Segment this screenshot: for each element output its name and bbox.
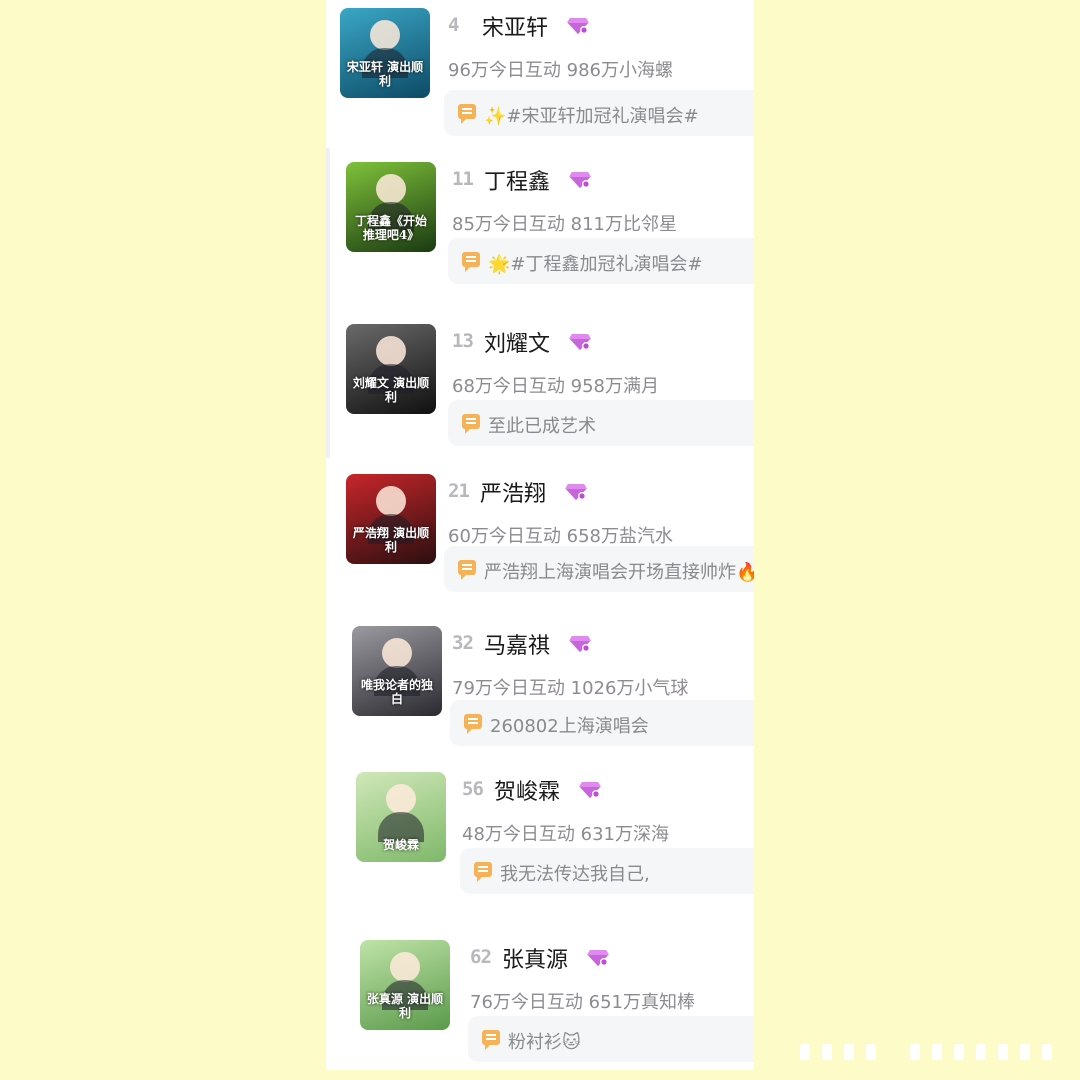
comment-icon xyxy=(464,714,482,734)
diamond-icon xyxy=(568,334,592,352)
comment-bubble[interactable]: 🌟#丁程鑫加冠礼演唱会# xyxy=(448,238,754,284)
comment-icon xyxy=(474,862,492,882)
portrait-head xyxy=(386,784,416,814)
cover-caption: 严浩翔 演出顺利 xyxy=(352,526,430,554)
rank-number: 56 xyxy=(462,778,484,800)
rank-number: 13 xyxy=(452,330,474,352)
comment-bubble[interactable]: 我无法传达我自己, xyxy=(460,848,754,894)
cover-caption: 唯我论者的独白 xyxy=(360,678,433,706)
ranking-card[interactable]: 宋亚轩 演出顺利 4 宋亚轩 96万今日互动 986万小海螺 ✨#宋亚轩加冠礼演唱会# xyxy=(326,6,754,156)
interaction-stats: 60万今日互动 658万盐汽水 xyxy=(448,526,673,547)
comment-bubble[interactable]: 260802上海演唱会 xyxy=(450,700,754,746)
interaction-stats: 79万今日互动 1026万小气球 xyxy=(452,678,689,699)
star-name[interactable]: 丁程鑫 xyxy=(484,164,550,196)
comment-text: 至此已成艺术 xyxy=(488,416,596,437)
interaction-stats: 68万今日互动 958万满月 xyxy=(452,376,659,397)
diamond-icon xyxy=(578,782,602,800)
comment-icon xyxy=(458,104,476,124)
star-name[interactable]: 宋亚轩 xyxy=(482,10,548,42)
interaction-stats: 96万今日互动 986万小海螺 xyxy=(448,60,673,81)
star-name[interactable]: 张真源 xyxy=(502,942,568,974)
star-name[interactable]: 刘耀文 xyxy=(484,326,550,358)
rank-number: 11 xyxy=(452,168,474,190)
cover-caption: 刘耀文 演出顺利 xyxy=(352,376,430,404)
comment-text: 260802上海演唱会 xyxy=(490,716,649,737)
portrait-head xyxy=(376,174,406,204)
comment-text: 我无法传达我自己, xyxy=(500,864,650,885)
cover-caption: 宋亚轩 演出顺利 xyxy=(346,60,424,88)
comment-bubble[interactable]: ✨#宋亚轩加冠礼演唱会# xyxy=(444,90,754,136)
diamond-icon xyxy=(568,636,592,654)
diamond-icon xyxy=(564,484,588,502)
rank-number: 32 xyxy=(452,632,474,654)
comment-icon xyxy=(462,252,480,272)
interaction-stats: 76万今日互动 651万真知棒 xyxy=(470,992,695,1013)
ranking-card[interactable]: 唯我论者的独白 32 马嘉祺 79万今日互动 1026万小气球 260802上海演唱会 xyxy=(326,624,754,774)
portrait-head xyxy=(382,638,412,668)
comment-bubble[interactable]: 粉衬衫🐱 xyxy=(468,1016,754,1062)
rank-number: 21 xyxy=(448,480,470,502)
cover-image[interactable]: 严浩翔 演出顺利 xyxy=(346,474,436,564)
portrait-head xyxy=(376,486,406,516)
interaction-stats: 48万今日互动 631万深海 xyxy=(462,824,669,845)
comment-text: 粉衬衫🐱 xyxy=(508,1032,581,1053)
comment-bubble[interactable]: 至此已成艺术 xyxy=(448,400,754,446)
portrait-head xyxy=(370,20,400,50)
star-name[interactable]: 马嘉祺 xyxy=(484,628,550,660)
cover-image[interactable]: 丁程鑫《开始推理吧4》 xyxy=(346,162,436,252)
ranking-card[interactable]: 贺峻霖 56 贺峻霖 48万今日互动 631万深海我无法传达我自己, xyxy=(326,770,754,920)
diamond-icon xyxy=(566,18,590,36)
rank-number: 62 xyxy=(470,946,492,968)
interaction-stats: 85万今日互动 811万比邻星 xyxy=(452,214,677,235)
cover-image[interactable]: 张真源 演出顺利 xyxy=(360,940,450,1030)
cover-image[interactable]: 唯我论者的独白 xyxy=(352,626,442,716)
ranking-card[interactable]: 丁程鑫《开始推理吧4》 11 丁程鑫 85万今日互动 811万比邻星 🌟#丁程鑫加冠礼演… xyxy=(326,160,754,310)
comment-text: 严浩翔上海演唱会开场直接帅炸🔥 xyxy=(484,562,754,583)
cover-image[interactable]: 刘耀文 演出顺利 xyxy=(346,324,436,414)
watermark-dots xyxy=(800,1040,1070,1064)
portrait-head xyxy=(390,952,420,982)
ranking-list: 宋亚轩 演出顺利 4 宋亚轩 96万今日互动 986万小海螺 ✨#宋亚轩加冠礼演唱会# 丁… xyxy=(326,0,754,1070)
ranking-card[interactable]: 严浩翔 演出顺利 21 严浩翔 60万今日互动 658万盐汽水严浩翔上海演唱会开场直接… xyxy=(326,472,754,622)
cover-caption: 贺峻霖 xyxy=(382,838,419,852)
diamond-icon xyxy=(586,950,610,968)
cover-caption: 张真源 演出顺利 xyxy=(366,992,444,1020)
comment-text: 🌟#丁程鑫加冠礼演唱会# xyxy=(488,254,703,275)
cover-image[interactable]: 贺峻霖 xyxy=(356,772,446,862)
cover-image[interactable]: 宋亚轩 演出顺利 xyxy=(340,8,430,98)
portrait-head xyxy=(376,336,406,366)
diamond-icon xyxy=(568,172,592,190)
star-name[interactable]: 贺峻霖 xyxy=(494,774,560,806)
cover-caption: 丁程鑫《开始推理吧4》 xyxy=(354,214,427,242)
comment-bubble[interactable]: 严浩翔上海演唱会开场直接帅炸🔥 xyxy=(444,546,754,592)
ranking-card[interactable]: 刘耀文 演出顺利 13 刘耀文 68万今日互动 958万满月至此已成艺术 xyxy=(326,322,754,472)
comment-icon xyxy=(462,414,480,434)
comment-icon xyxy=(482,1030,500,1050)
ranking-card[interactable]: 张真源 演出顺利 62 张真源 76万今日互动 651万真知棒粉衬衫🐱 xyxy=(326,938,754,1070)
comment-icon xyxy=(458,560,476,580)
comment-text: ✨#宋亚轩加冠礼演唱会# xyxy=(484,106,699,127)
rank-number: 4 xyxy=(448,14,459,36)
star-name[interactable]: 严浩翔 xyxy=(480,476,546,508)
